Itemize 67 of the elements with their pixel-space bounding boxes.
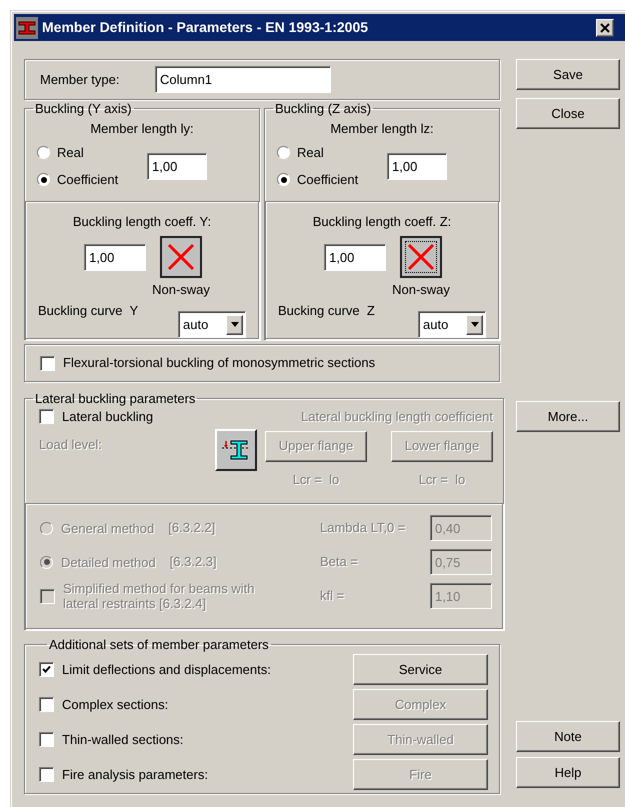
checkbox-label: Flexural-torsional buckling of monosymmetric sections xyxy=(63,354,376,372)
input-field[interactable]: 1,00 xyxy=(387,152,447,180)
reference-text: [6.3.2.2] xyxy=(168,519,216,538)
check-icon xyxy=(42,665,51,674)
group-title: Buckling (Z axis) xyxy=(274,102,372,115)
field-label: Bucking curve Z xyxy=(278,302,375,320)
formula-text: Lcr = lo xyxy=(418,470,466,488)
group-title: Lateral buckling parameters xyxy=(34,392,196,405)
checkbox-label: Complex sections: xyxy=(62,696,168,714)
radio-button[interactable] xyxy=(277,146,290,159)
input-field[interactable]: 1,00 xyxy=(84,244,146,270)
field-label: Buckling curve Y xyxy=(38,302,138,320)
param-label: Beta = xyxy=(320,553,359,572)
load-level-button[interactable] xyxy=(215,429,257,471)
method-label: Simplified method for beams with lateral restraints [6.3.2.4] xyxy=(63,581,256,611)
field-label: Member length lz: xyxy=(329,120,435,138)
checkbox[interactable] xyxy=(39,409,54,424)
radio-label: Coefficient xyxy=(57,171,118,189)
field-label: Buckling length coeff. Y: xyxy=(72,213,212,231)
dropdown[interactable]: auto xyxy=(178,311,246,338)
field-label: Load level: xyxy=(39,436,103,454)
dialog-button[interactable]: Help xyxy=(516,757,620,788)
radio-button[interactable] xyxy=(37,173,50,186)
radio-button[interactable] xyxy=(37,146,50,159)
input-field[interactable]: 1,00 xyxy=(147,152,207,180)
input-field[interactable]: 1,00 xyxy=(324,244,386,270)
radio-button[interactable] xyxy=(277,173,290,186)
sway-label: Non-sway xyxy=(152,280,210,299)
dropdown[interactable]: auto xyxy=(418,311,486,338)
checkbox[interactable] xyxy=(39,662,54,677)
sway-button[interactable] xyxy=(160,236,202,278)
param-label: Lambda LT,0 = xyxy=(320,519,406,538)
radio-label: Real xyxy=(57,144,84,162)
dialog-button[interactable]: More... xyxy=(516,401,620,432)
checkbox-label: Lateral buckling xyxy=(62,408,154,426)
field-label: Member type: xyxy=(40,70,120,89)
reference-text: [6.3.2.3] xyxy=(170,553,217,572)
dropdown-value: auto xyxy=(423,316,448,334)
method-label: Detailed method xyxy=(61,554,156,570)
parameters-button[interactable]: Service xyxy=(353,654,488,685)
group-title: Additional sets of member parameters xyxy=(48,638,270,651)
close-icon xyxy=(600,22,610,32)
cross-icon xyxy=(406,242,436,272)
sway-button[interactable] xyxy=(400,236,442,278)
checkbox-label: Thin-walled sections: xyxy=(62,730,184,749)
method-label: General method xyxy=(61,520,154,536)
param-label: kfl = xyxy=(320,587,346,606)
field-label: Member length ly: xyxy=(89,120,195,138)
section-label: Lateral buckling length coefficient xyxy=(301,408,493,426)
input-field[interactable]: Column1 xyxy=(155,66,331,93)
checkbox[interactable] xyxy=(40,356,55,370)
dropdown-value: auto xyxy=(183,316,208,334)
formula-text: Lcr = lo xyxy=(292,470,340,488)
dialog-button[interactable]: Note xyxy=(516,721,620,752)
group-title: Buckling (Y axis) xyxy=(34,102,133,115)
radio-label: Coefficient xyxy=(297,171,358,189)
cross-icon xyxy=(166,242,196,272)
field-label: Buckling length coeff. Z: xyxy=(312,213,452,231)
sway-label: Non-sway xyxy=(392,280,450,299)
app-icon xyxy=(16,16,38,38)
checkbox-label: Limit deflections and displacements: xyxy=(62,660,271,679)
dialog-button[interactable]: Save xyxy=(516,59,620,90)
window-title: Member Definition - Parameters - EN 1993-1:2005 xyxy=(42,18,368,37)
checkbox-label: Fire analysis parameters: xyxy=(62,766,208,784)
close-button[interactable] xyxy=(596,18,614,36)
radio-label: Real xyxy=(297,144,324,162)
dialog-button[interactable]: Close xyxy=(516,98,620,129)
